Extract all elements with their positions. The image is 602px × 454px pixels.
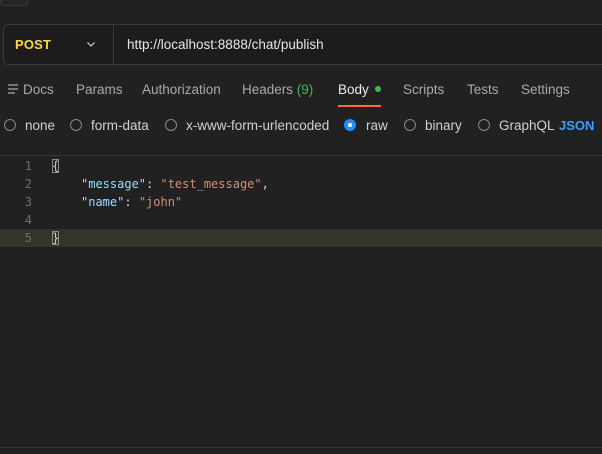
tab-authorization[interactable]: Authorization [142,82,221,108]
tab-label: Scripts [403,82,445,97]
radio-label-binary: binary [425,118,462,133]
radio-none[interactable] [4,119,16,131]
line-number: 2 [24,177,32,191]
tab-label: Authorization [142,82,221,97]
radio-graphql[interactable] [478,119,490,131]
line-number: 5 [24,231,32,245]
radio-x-www-form-urlencoded[interactable] [165,119,177,131]
body-code-editor[interactable]: 1 { 2 "message": "test_message", 3 "name… [0,155,602,446]
url-input[interactable]: http://localhost:8888/chat/publish [114,37,324,52]
radio-label-graphql: GraphQL [499,118,555,133]
tab-params[interactable]: Params [76,82,123,108]
tab-label: Params [76,82,123,97]
docs-icon [8,84,18,95]
json-value: "john" [138,195,183,209]
radio-form-data[interactable] [70,119,82,131]
radio-label-form-data: form-data [91,118,149,133]
tab-headers[interactable]: Headers (9) [242,82,313,108]
tab-body[interactable]: Body [338,82,381,108]
body-active-dot [374,86,381,93]
radio-label-x-www-form-urlencoded: x-www-form-urlencoded [186,118,330,133]
tab-tests[interactable]: Tests [467,82,499,108]
tab-label: Body [338,82,369,97]
code-line: 2 "message": "test_message", [0,175,602,193]
tab-label: Settings [521,82,570,97]
tab-scripts[interactable]: Scripts [403,82,444,108]
method-select[interactable]: POST [4,25,114,64]
json-key: "name" [81,195,125,209]
line-number: 1 [24,159,32,173]
method-label: POST [15,37,52,52]
radio-label-none: none [25,118,56,133]
tab-docs[interactable]: Docs [8,82,54,108]
request-tabs: Docs Params Authorization Headers (9) Bo… [0,82,602,108]
code-line: 4 [0,211,602,229]
open-brace: { [52,159,60,173]
line-number: 4 [24,213,32,227]
line-number: 3 [24,195,32,209]
tab-settings[interactable]: Settings [521,82,570,108]
radio-raw[interactable] [344,119,356,131]
divider [0,447,602,448]
chevron-down-icon [87,42,95,47]
json-key: "message" [81,177,147,191]
close-brace: } [52,231,60,245]
code-line: 1 { [0,157,602,175]
code-line: 3 "name": "john" [0,193,602,211]
active-tab-underline [338,105,381,107]
headers-count: (9) [296,82,314,97]
json-value: "test_message" [160,177,262,191]
tab-label: Docs [23,82,54,97]
window-tab-stub [0,0,28,6]
tab-label: Tests [467,82,499,97]
radio-binary[interactable] [404,119,416,131]
body-type-options: none form-data x-www-form-urlencoded raw… [0,118,602,136]
radio-label-raw: raw [366,118,388,133]
body-format-select[interactable]: JSON [559,118,594,133]
code-line-current: 5 } [0,229,602,247]
tab-label: Headers [242,82,294,97]
request-url-bar: POST http://localhost:8888/chat/publish [3,24,602,65]
